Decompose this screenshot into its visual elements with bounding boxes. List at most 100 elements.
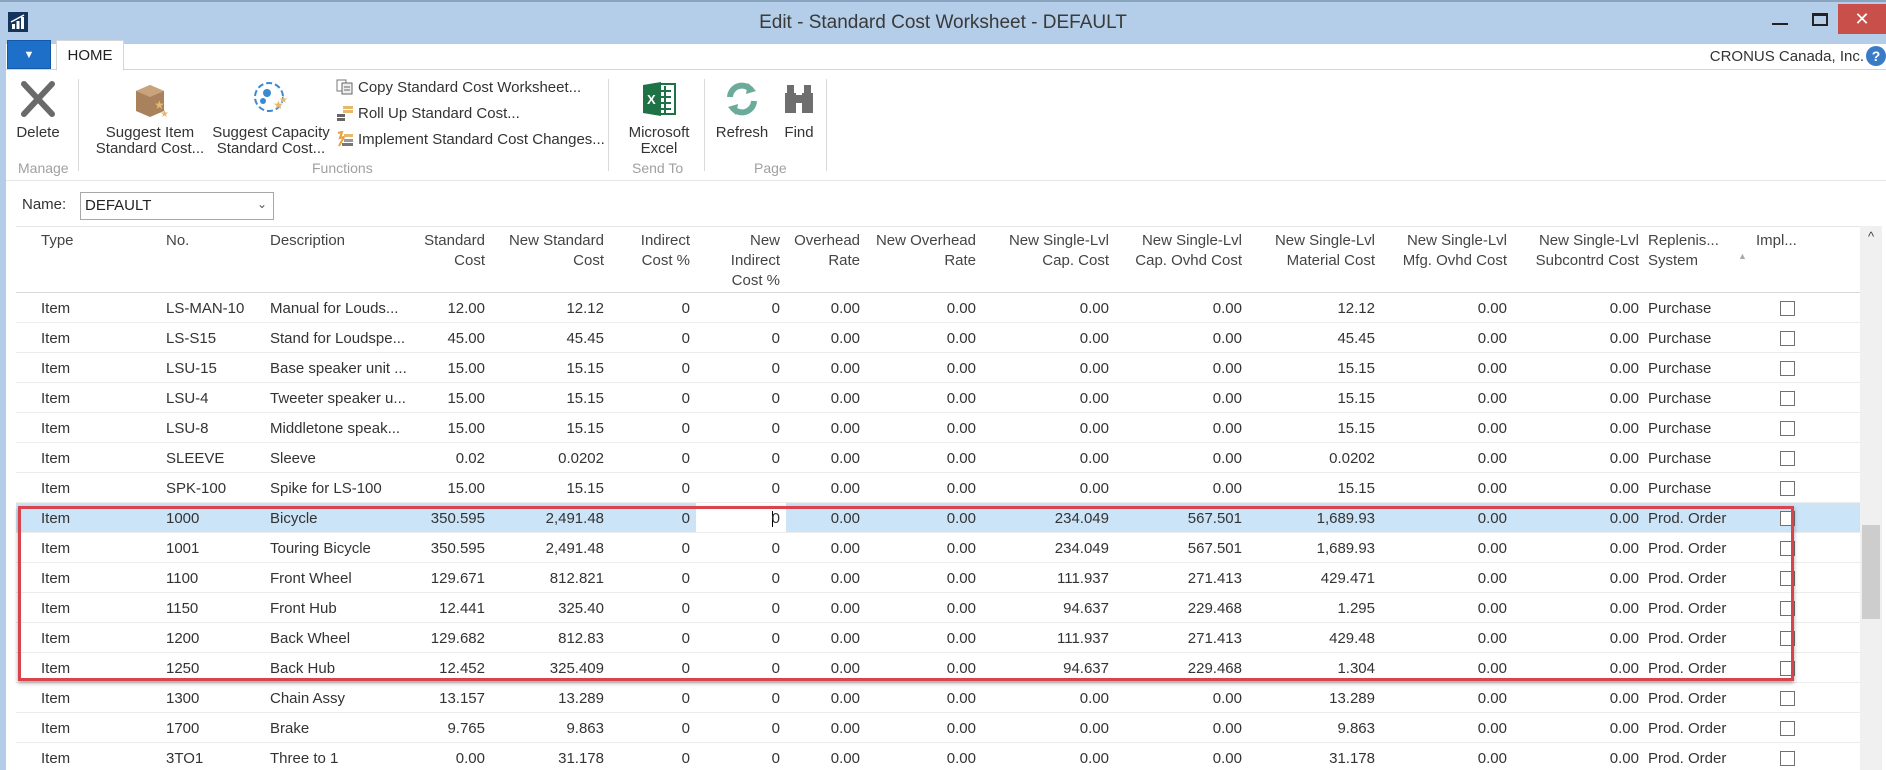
cell-indirect-cost-pct[interactable]: 0 [682,690,690,707]
cell-new-standard-cost[interactable]: 0.0202 [558,450,604,467]
cell-new-sl-cap-cost[interactable]: 0.00 [1080,750,1109,767]
cell-standard-cost[interactable]: 129.671 [431,570,485,587]
cell-standard-cost[interactable]: 13.157 [439,690,485,707]
cell-overhead-rate[interactable]: 0.00 [831,600,860,617]
cell-new-sl-subcontrd-cost[interactable]: 0.00 [1610,420,1639,437]
cell-replenishment-system[interactable]: Prod. Order [1648,540,1726,557]
cell-overhead-rate[interactable]: 0.00 [831,300,860,317]
cell-no[interactable]: LS-MAN-10 [166,300,244,317]
cell-new-sl-cap-ovhd-cost[interactable]: 271.413 [1188,570,1242,587]
cell-new-indirect-cost-pct[interactable]: 0 [772,750,780,767]
column-header-implemented[interactable]: Impl... [1756,231,1797,251]
cell-replenishment-system[interactable]: Prod. Order [1648,600,1726,617]
cell-new-sl-subcontrd-cost[interactable]: 0.00 [1610,600,1639,617]
cell-new-sl-cap-cost[interactable]: 0.00 [1080,300,1109,317]
table-row[interactable]: Item LSU-15 Base speaker unit ... 15.00 15.1… [16,353,1860,383]
cell-overhead-rate[interactable]: 0.00 [831,330,860,347]
table-row[interactable]: Item 1150 Front Hub 12.441 325.40 0 0 0.00 0.00 9… [16,593,1860,623]
cell-new-sl-cap-cost[interactable]: 0.00 [1080,720,1109,737]
cell-replenishment-system[interactable]: Prod. Order [1648,720,1726,737]
cell-description[interactable]: Back Hub [270,660,335,677]
cell-overhead-rate[interactable]: 0.00 [831,390,860,407]
cell-new-sl-material-cost[interactable]: 1,689.93 [1317,510,1375,527]
table-row[interactable]: Item LSU-8 Middletone speak... 15.00 15.15 0 0… [16,413,1860,443]
cell-description[interactable]: Touring Bicycle [270,540,371,557]
cell-new-sl-cap-ovhd-cost[interactable]: 271.413 [1188,630,1242,647]
delete-button[interactable]: Delete [16,79,60,141]
column-header-new-sl-material-cost[interactable]: New Single-Lvl Material Cost [1275,231,1375,271]
column-header-description[interactable]: Description [270,231,345,251]
cell-new-sl-material-cost[interactable]: 0.0202 [1329,450,1375,467]
cell-new-sl-cap-cost[interactable]: 0.00 [1080,330,1109,347]
cell-new-sl-material-cost[interactable]: 1,689.93 [1317,540,1375,557]
cell-indirect-cost-pct[interactable]: 0 [682,510,690,527]
table-row[interactable]: Item 1300 Chain Assy 13.157 13.289 0 0 0.00 0.00… [16,683,1860,713]
cell-new-overhead-rate[interactable]: 0.00 [947,330,976,347]
cell-standard-cost[interactable]: 15.00 [447,420,485,437]
cell-replenishment-system[interactable]: Purchase [1648,390,1711,407]
column-header-indirect-cost-pct[interactable]: Indirect Cost % [641,231,690,271]
cell-new-sl-cap-ovhd-cost[interactable]: 0.00 [1213,720,1242,737]
cell-new-sl-cap-cost[interactable]: 0.00 [1080,390,1109,407]
cell-new-sl-cap-cost[interactable]: 94.637 [1063,600,1109,617]
cell-description[interactable]: Tweeter speaker u... [270,390,406,407]
close-button[interactable]: ✕ [1838,4,1886,34]
cell-new-standard-cost[interactable]: 15.15 [566,390,604,407]
cell-new-indirect-cost-pct[interactable]: 0 [772,540,780,557]
implemented-checkbox[interactable] [1780,661,1795,676]
cell-new-sl-material-cost[interactable]: 15.15 [1337,420,1375,437]
cell-new-overhead-rate[interactable]: 0.00 [947,420,976,437]
cell-type[interactable]: Item [41,300,70,317]
cell-new-indirect-cost-pct[interactable]: 0 [772,570,780,587]
cell-no[interactable]: 1100 [166,570,198,587]
cell-new-sl-material-cost[interactable]: 15.15 [1337,390,1375,407]
cell-description[interactable]: Chain Assy [270,690,345,707]
cell-type[interactable]: Item [41,600,70,617]
cell-new-sl-cap-ovhd-cost[interactable]: 229.468 [1188,600,1242,617]
cell-replenishment-system[interactable]: Prod. Order [1648,690,1726,707]
cell-new-standard-cost[interactable]: 12.12 [566,300,604,317]
cell-new-sl-mfg-ovhd-cost[interactable]: 0.00 [1478,330,1507,347]
column-header-new-sl-subcontrd-cost[interactable]: New Single-Lvl Subcontrd Cost [1536,231,1639,271]
cell-new-sl-mfg-ovhd-cost[interactable]: 0.00 [1478,540,1507,557]
cell-new-sl-material-cost[interactable]: 13.289 [1329,690,1375,707]
application-menu-button[interactable]: ▼ [7,40,51,69]
cell-new-sl-material-cost[interactable]: 1.295 [1337,600,1375,617]
cell-new-sl-subcontrd-cost[interactable]: 0.00 [1610,360,1639,377]
cell-overhead-rate[interactable]: 0.00 [831,720,860,737]
cell-no[interactable]: LSU-4 [166,390,209,407]
cell-new-overhead-rate[interactable]: 0.00 [947,480,976,497]
minimize-button[interactable] [1760,4,1800,34]
cell-new-sl-subcontrd-cost[interactable]: 0.00 [1610,300,1639,317]
cell-new-standard-cost[interactable]: 812.821 [550,570,604,587]
cell-indirect-cost-pct[interactable]: 0 [682,630,690,647]
cell-indirect-cost-pct[interactable]: 0 [682,450,690,467]
cell-new-sl-cap-ovhd-cost[interactable]: 0.00 [1213,450,1242,467]
implement-standard-cost-changes-button[interactable]: Implement Standard Cost Changes... [336,129,605,149]
cell-standard-cost[interactable]: 350.595 [431,540,485,557]
cell-type[interactable]: Item [41,420,70,437]
cell-new-sl-cap-ovhd-cost[interactable]: 229.468 [1188,660,1242,677]
cell-type[interactable]: Item [41,750,70,767]
table-row[interactable]: Item SLEEVE Sleeve 0.02 0.0202 0 0 0.00 0.00 0.00… [16,443,1860,473]
implemented-checkbox[interactable] [1780,601,1795,616]
cell-indirect-cost-pct[interactable]: 0 [682,720,690,737]
cell-standard-cost[interactable]: 9.765 [447,720,485,737]
cell-type[interactable]: Item [41,330,70,347]
cell-standard-cost[interactable]: 12.452 [439,660,485,677]
cell-indirect-cost-pct[interactable]: 0 [682,540,690,557]
cell-new-overhead-rate[interactable]: 0.00 [947,300,976,317]
cell-new-sl-cap-ovhd-cost[interactable]: 0.00 [1213,420,1242,437]
cell-replenishment-system[interactable]: Purchase [1648,300,1711,317]
cell-new-sl-material-cost[interactable]: 45.45 [1337,330,1375,347]
cell-new-sl-mfg-ovhd-cost[interactable]: 0.00 [1478,420,1507,437]
cell-new-sl-subcontrd-cost[interactable]: 0.00 [1610,480,1639,497]
cell-no[interactable]: 1250 [166,660,199,677]
table-row[interactable]: Item 1000 Bicycle 350.595 2,491.48 0 0 0.00 0.00… [16,503,1860,533]
cell-new-sl-subcontrd-cost[interactable]: 0.00 [1610,720,1639,737]
cell-no[interactable]: 1001 [166,540,199,557]
implemented-checkbox[interactable] [1780,631,1795,646]
cell-indirect-cost-pct[interactable]: 0 [682,660,690,677]
cell-new-standard-cost[interactable]: 15.15 [566,420,604,437]
cell-new-sl-mfg-ovhd-cost[interactable]: 0.00 [1478,720,1507,737]
